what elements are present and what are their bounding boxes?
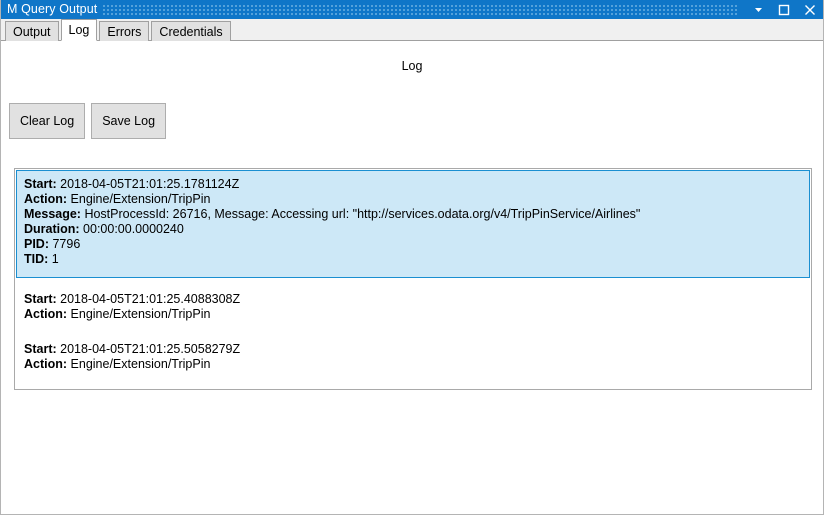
log-field-value: 1 — [48, 252, 59, 266]
window-controls — [745, 0, 823, 19]
log-field-value: 2018-04-05T21:01:25.1781124Z — [56, 177, 240, 191]
title-bar-grip — [103, 4, 739, 15]
m-query-output-window: M Query Output Output Log Errors Credent… — [0, 0, 824, 515]
tab-output[interactable]: Output — [5, 21, 59, 41]
chevron-down-icon[interactable] — [745, 0, 771, 19]
tab-strip: Output Log Errors Credentials — [1, 19, 823, 41]
log-line: Message: HostProcessId: 26716, Message: … — [24, 207, 809, 222]
log-field-key: Action: — [24, 307, 68, 321]
log-field-key: PID: — [24, 237, 49, 251]
log-entry[interactable]: Start: 2018-04-05T21:01:25.5058279Z Actio… — [15, 335, 811, 379]
log-field-key: Message: — [24, 207, 81, 221]
clear-log-button[interactable]: Clear Log — [9, 103, 86, 139]
log-toolbar: Clear Log Save Log — [9, 103, 172, 139]
tab-log[interactable]: Log — [60, 19, 98, 41]
close-icon[interactable] — [797, 0, 823, 19]
log-line: Action: Engine/Extension/TripPin — [24, 307, 810, 322]
log-field-value: HostProcessId: 26716, Message: Accessing… — [80, 207, 641, 221]
log-field-value: 2018-04-05T21:01:25.4088308Z — [56, 292, 241, 306]
log-field-key: Start: — [24, 177, 57, 191]
log-field-value: 7796 — [49, 237, 81, 251]
log-entry[interactable]: Start: 2018-04-05T21:01:25.1781124Z Actio… — [16, 170, 810, 278]
log-field-value: Engine/Extension/TripPin — [67, 192, 211, 206]
log-field-key: Start: — [24, 342, 57, 356]
log-line: Start: 2018-04-05T21:01:25.5058279Z — [24, 342, 810, 357]
log-field-key: Action: — [24, 357, 68, 371]
log-field-key: Start: — [24, 292, 57, 306]
log-field-key: Action: — [24, 192, 68, 206]
log-line: Start: 2018-04-05T21:01:25.1781124Z — [24, 177, 809, 192]
tab-credentials[interactable]: Credentials — [151, 21, 231, 41]
log-line: Action: Engine/Extension/TripPin — [24, 357, 810, 372]
log-entry[interactable]: Start: 2018-04-05T21:01:25.4088308Z Actio… — [15, 285, 811, 329]
save-log-button[interactable]: Save Log — [91, 103, 167, 139]
log-field-value: 00:00:00.0000240 — [79, 222, 184, 236]
log-line: TID: 1 — [24, 252, 809, 267]
title-bar[interactable]: M Query Output — [1, 0, 823, 19]
page-title: Log — [401, 59, 423, 73]
log-field-value: Engine/Extension/TripPin — [67, 307, 211, 321]
log-field-value: 2018-04-05T21:01:25.5058279Z — [56, 342, 241, 356]
log-line: Duration: 00:00:00.0000240 — [24, 222, 809, 237]
log-line: Action: Engine/Extension/TripPin — [24, 192, 809, 207]
log-line: PID: 7796 — [24, 237, 809, 252]
log-field-key: Duration: — [24, 222, 80, 236]
log-field-value: Engine/Extension/TripPin — [67, 357, 211, 371]
log-line: Start: 2018-04-05T21:01:25.4088308Z — [24, 292, 810, 307]
log-tab-panel: Log Clear Log Save Log Start: 2018-04-05… — [1, 41, 823, 514]
maximize-icon[interactable] — [771, 0, 797, 19]
tab-errors[interactable]: Errors — [99, 21, 150, 41]
window-title: M Query Output — [7, 2, 98, 16]
log-list[interactable]: Start: 2018-04-05T21:01:25.1781124Z Actio… — [14, 168, 812, 390]
log-field-key: TID: — [24, 252, 49, 266]
